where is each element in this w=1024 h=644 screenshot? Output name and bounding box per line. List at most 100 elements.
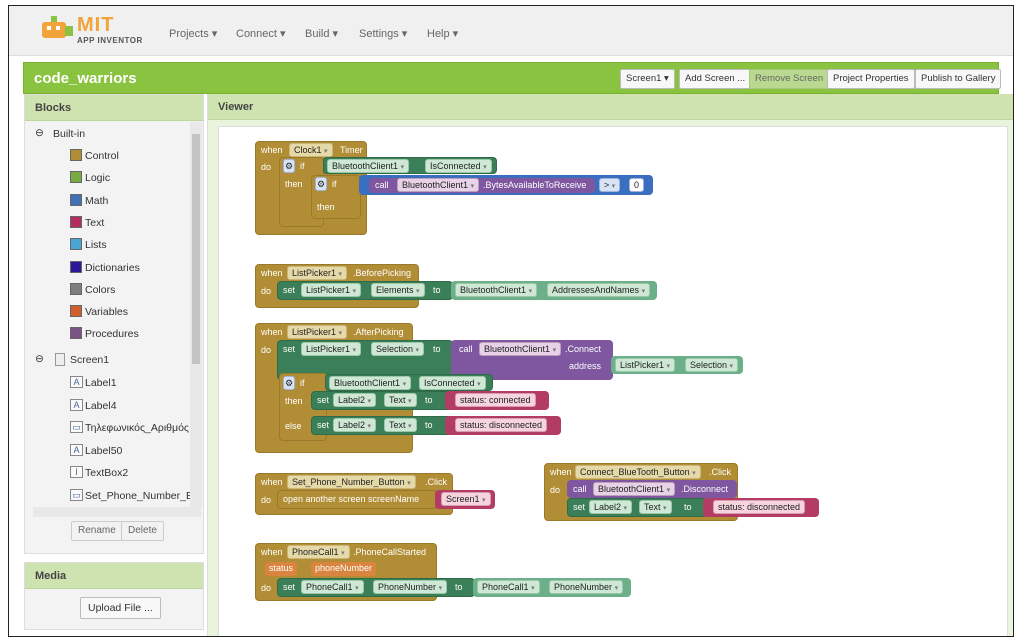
label2-chip[interactable]: Label2 ▾ [589,500,633,514]
operator-chip[interactable]: > ▾ [599,178,621,192]
nav-help[interactable]: Help ▾ [427,27,458,40]
project-toolbar: code_warriors Screen1 ▾ Add Screen ... R… [23,62,1002,94]
lp-chip[interactable]: ListPicker1 ▾ [301,283,362,297]
project-properties-button[interactable]: Project Properties [827,69,915,89]
component-item[interactable]: Label4 [85,400,117,412]
component-item[interactable]: Label1 [85,377,117,389]
publish-to-gallery-button[interactable]: Publish to Gallery [915,69,1002,89]
procedures-drawer-icon [70,327,82,340]
string-value[interactable]: status: connected [455,393,536,407]
isconnected-chip[interactable]: IsConnected ▾ [425,159,492,173]
listpicker1-chip[interactable]: ListPicker1 ▾ [287,325,348,339]
tree-vertical-scrollbar[interactable] [190,122,202,507]
set-label: set [317,420,330,430]
builtin-dictionaries[interactable]: Dictionaries [85,262,140,274]
phonecall1-chip[interactable]: PhoneCall1 ▾ [301,580,364,594]
builtin-procedures[interactable]: Procedures [85,328,139,340]
string-value[interactable]: status: disconnected [713,500,806,514]
string-value[interactable]: status: disconnected [455,418,548,432]
elements-chip[interactable]: Elements ▾ [371,283,425,297]
collapse-icon[interactable]: ⊖ [35,127,44,139]
viewer-header: Viewer [208,94,1013,120]
builtin-control[interactable]: Control [85,150,119,162]
phone-number-chip[interactable]: PhoneNumber ▾ [373,580,448,594]
dictionaries-drawer-icon [70,260,82,273]
phonecall1-chip[interactable]: PhoneCall1 ▾ [287,545,350,559]
gear-icon[interactable]: ⚙ [283,376,295,390]
text-chip[interactable]: Text ▾ [639,500,672,514]
builtin-colors[interactable]: Colors [85,284,115,296]
text-chip[interactable]: Text ▾ [384,393,417,407]
nav-connect[interactable]: Connect ▾ [236,27,286,40]
component-icon: A [70,376,83,388]
phone-number-chip[interactable]: PhoneNumber ▾ [549,580,624,594]
bt-button-chip[interactable]: Connect_BlueTooth_Button ▾ [575,465,701,479]
delete-button[interactable]: Delete [121,521,164,541]
else-label: else [285,421,302,431]
component-item[interactable]: Τηλεφωνικός_Αριθμός [85,422,189,434]
gear-icon[interactable]: ⚙ [283,159,295,173]
component-icon: ▭ [70,421,83,433]
component-item[interactable]: TextBox2 [85,467,128,479]
builtin-variables[interactable]: Variables [85,306,128,318]
tree-screen1[interactable]: Screen1 [70,354,109,366]
bt-chip[interactable]: BluetoothClient1 ▾ [397,178,480,192]
nav-projects[interactable]: Projects ▾ [169,27,217,40]
status-param[interactable]: status [265,562,298,576]
builtin-text[interactable]: Text [85,217,104,229]
blocks-workspace[interactable]: when Clock1 ▾ Timer do ⚙ if BluetoothCli… [218,126,1008,636]
bt-chip[interactable]: BluetoothClient1 ▾ [455,283,538,297]
selection-chip[interactable]: Selection ▾ [685,358,739,372]
lp-chip[interactable]: ListPicker1 ▾ [301,342,362,356]
call-label: call [573,484,587,494]
bt-chip[interactable]: BluetoothClient1 ▾ [593,482,676,496]
phone-number-param[interactable]: phoneNumber [311,562,377,576]
component-item[interactable]: Label50 [85,445,122,457]
text-chip[interactable]: Text ▾ [384,418,417,432]
builtin-math[interactable]: Math [85,195,108,207]
screen-select[interactable]: Screen1 ▾ [620,69,675,89]
set-label: set [283,582,296,592]
gear-icon[interactable]: ⚙ [315,177,327,191]
component-item[interactable]: Set_Phone_Number_Bu [85,490,190,502]
add-screen-button[interactable]: Add Screen ... [679,69,752,89]
tree-builtin[interactable]: Built-in [53,128,85,140]
project-name: code_warriors [34,70,137,87]
collapse-icon[interactable]: ⊖ [35,353,44,365]
label2-chip[interactable]: Label2 ▾ [333,418,377,432]
phonecall1-chip[interactable]: PhoneCall1 ▾ [477,580,540,594]
phone-button-chip[interactable]: Set_Phone_Number_Button ▾ [287,475,416,489]
then-label: then [285,396,303,406]
nav-settings[interactable]: Settings ▾ [359,27,407,40]
then-label: then [285,179,303,189]
builtin-lists[interactable]: Lists [85,239,107,251]
app-inventor-logo[interactable]: MIT APP INVENTOR [39,14,149,48]
addresses-chip[interactable]: AddressesAndNames ▾ [547,283,651,297]
remove-screen-button[interactable]: Remove Screen [749,69,830,89]
bt-chip[interactable]: BluetoothClient1 ▾ [327,159,410,173]
nav-build[interactable]: Build ▾ [305,27,338,40]
event-label: .Click [425,477,447,487]
call-label: call [459,344,473,354]
number-zero[interactable]: 0 [629,178,645,192]
if-label: if [300,378,305,388]
then-label: then [317,202,335,212]
upload-file-button[interactable]: Upload File ... [80,597,161,619]
isconnected-chip[interactable]: IsConnected ▾ [419,376,486,390]
clock1-chip[interactable]: Clock1 ▾ [289,143,333,157]
to-label: to [455,582,463,592]
set-label: set [317,395,330,405]
selection-chip[interactable]: Selection ▾ [371,342,425,356]
lp-chip[interactable]: ListPicker1 ▾ [615,358,676,372]
screen1-chip[interactable]: Screen1 ▾ [441,492,491,506]
builtin-logic[interactable]: Logic [85,172,110,184]
media-header: Media [25,563,203,589]
rename-button[interactable]: Rename [71,521,123,541]
bt-chip[interactable]: BluetoothClient1 ▾ [479,342,562,356]
bt-chip[interactable]: BluetoothClient1 ▾ [329,376,412,390]
viewer-panel: Viewer when Clock1 ▾ Timer do ⚙ if Bluet… [207,94,1013,636]
tree-horizontal-scrollbar[interactable] [33,507,201,517]
listpicker1-chip[interactable]: ListPicker1 ▾ [287,266,348,280]
to-label: to [425,420,433,430]
label2-chip[interactable]: Label2 ▾ [333,393,377,407]
